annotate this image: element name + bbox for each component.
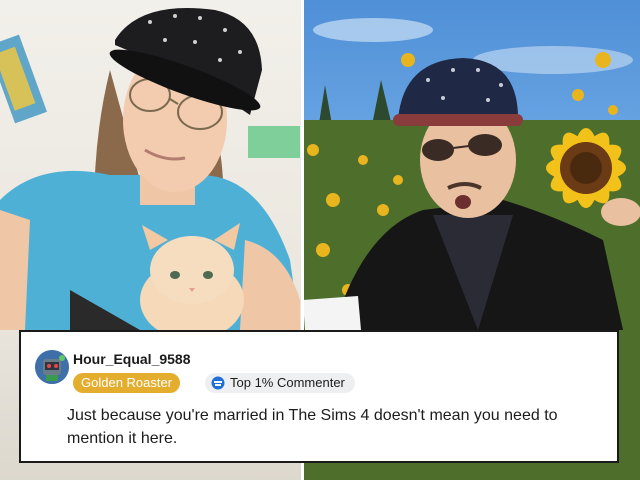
badge-label: Top 1% Commenter	[230, 375, 345, 390]
snoo-avatar-icon[interactable]	[35, 350, 69, 384]
top-commenter-badge: Top 1% Commenter	[205, 373, 355, 393]
comment-username[interactable]: Hour_Equal_9588	[73, 351, 191, 367]
user-flair: Golden Roaster	[73, 373, 181, 393]
commenter-badge-icon	[211, 376, 225, 390]
comment-card: Hour_Equal_9588 Golden Roaster Top 1% Co…	[19, 330, 619, 463]
comment-body: Just because you're married in The Sims …	[67, 407, 558, 447]
